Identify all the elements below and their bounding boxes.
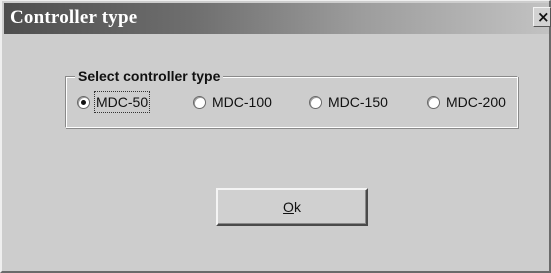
group-legend: Select controller type xyxy=(75,67,224,85)
close-button[interactable]: × xyxy=(533,7,551,27)
radio-selected-dot xyxy=(81,99,86,105)
radio-label[interactable]: MDC-200 xyxy=(446,93,506,111)
radio-button-icon[interactable] xyxy=(309,95,322,109)
radio-label[interactable]: MDC-50 xyxy=(93,91,151,113)
close-icon: × xyxy=(537,8,550,26)
window-title: Controller type xyxy=(10,7,138,28)
radio-mdc-150[interactable]: MDC-150 xyxy=(309,91,388,113)
radio-mdc-100[interactable]: MDC-100 xyxy=(193,91,272,113)
ok-button-label: Ok xyxy=(283,199,301,215)
ok-label-rest: k xyxy=(293,199,301,215)
radio-mdc-200[interactable]: MDC-200 xyxy=(427,91,506,113)
radio-button-icon[interactable] xyxy=(77,95,90,109)
controller-type-dialog: Controller type × Select controller type… xyxy=(0,0,551,273)
radio-mdc-50[interactable]: MDC-50 xyxy=(77,91,151,113)
radio-label[interactable]: MDC-100 xyxy=(212,93,272,111)
radio-button-icon[interactable] xyxy=(427,95,440,109)
title-bar[interactable]: Controller type × xyxy=(4,3,551,34)
ok-mnemonic: O xyxy=(283,199,294,215)
radio-button-icon[interactable] xyxy=(193,95,206,109)
ok-button[interactable]: Ok xyxy=(216,188,368,226)
radio-label[interactable]: MDC-150 xyxy=(328,93,388,111)
controller-type-group: Select controller type MDC-50 MDC-100 MD… xyxy=(65,67,518,128)
